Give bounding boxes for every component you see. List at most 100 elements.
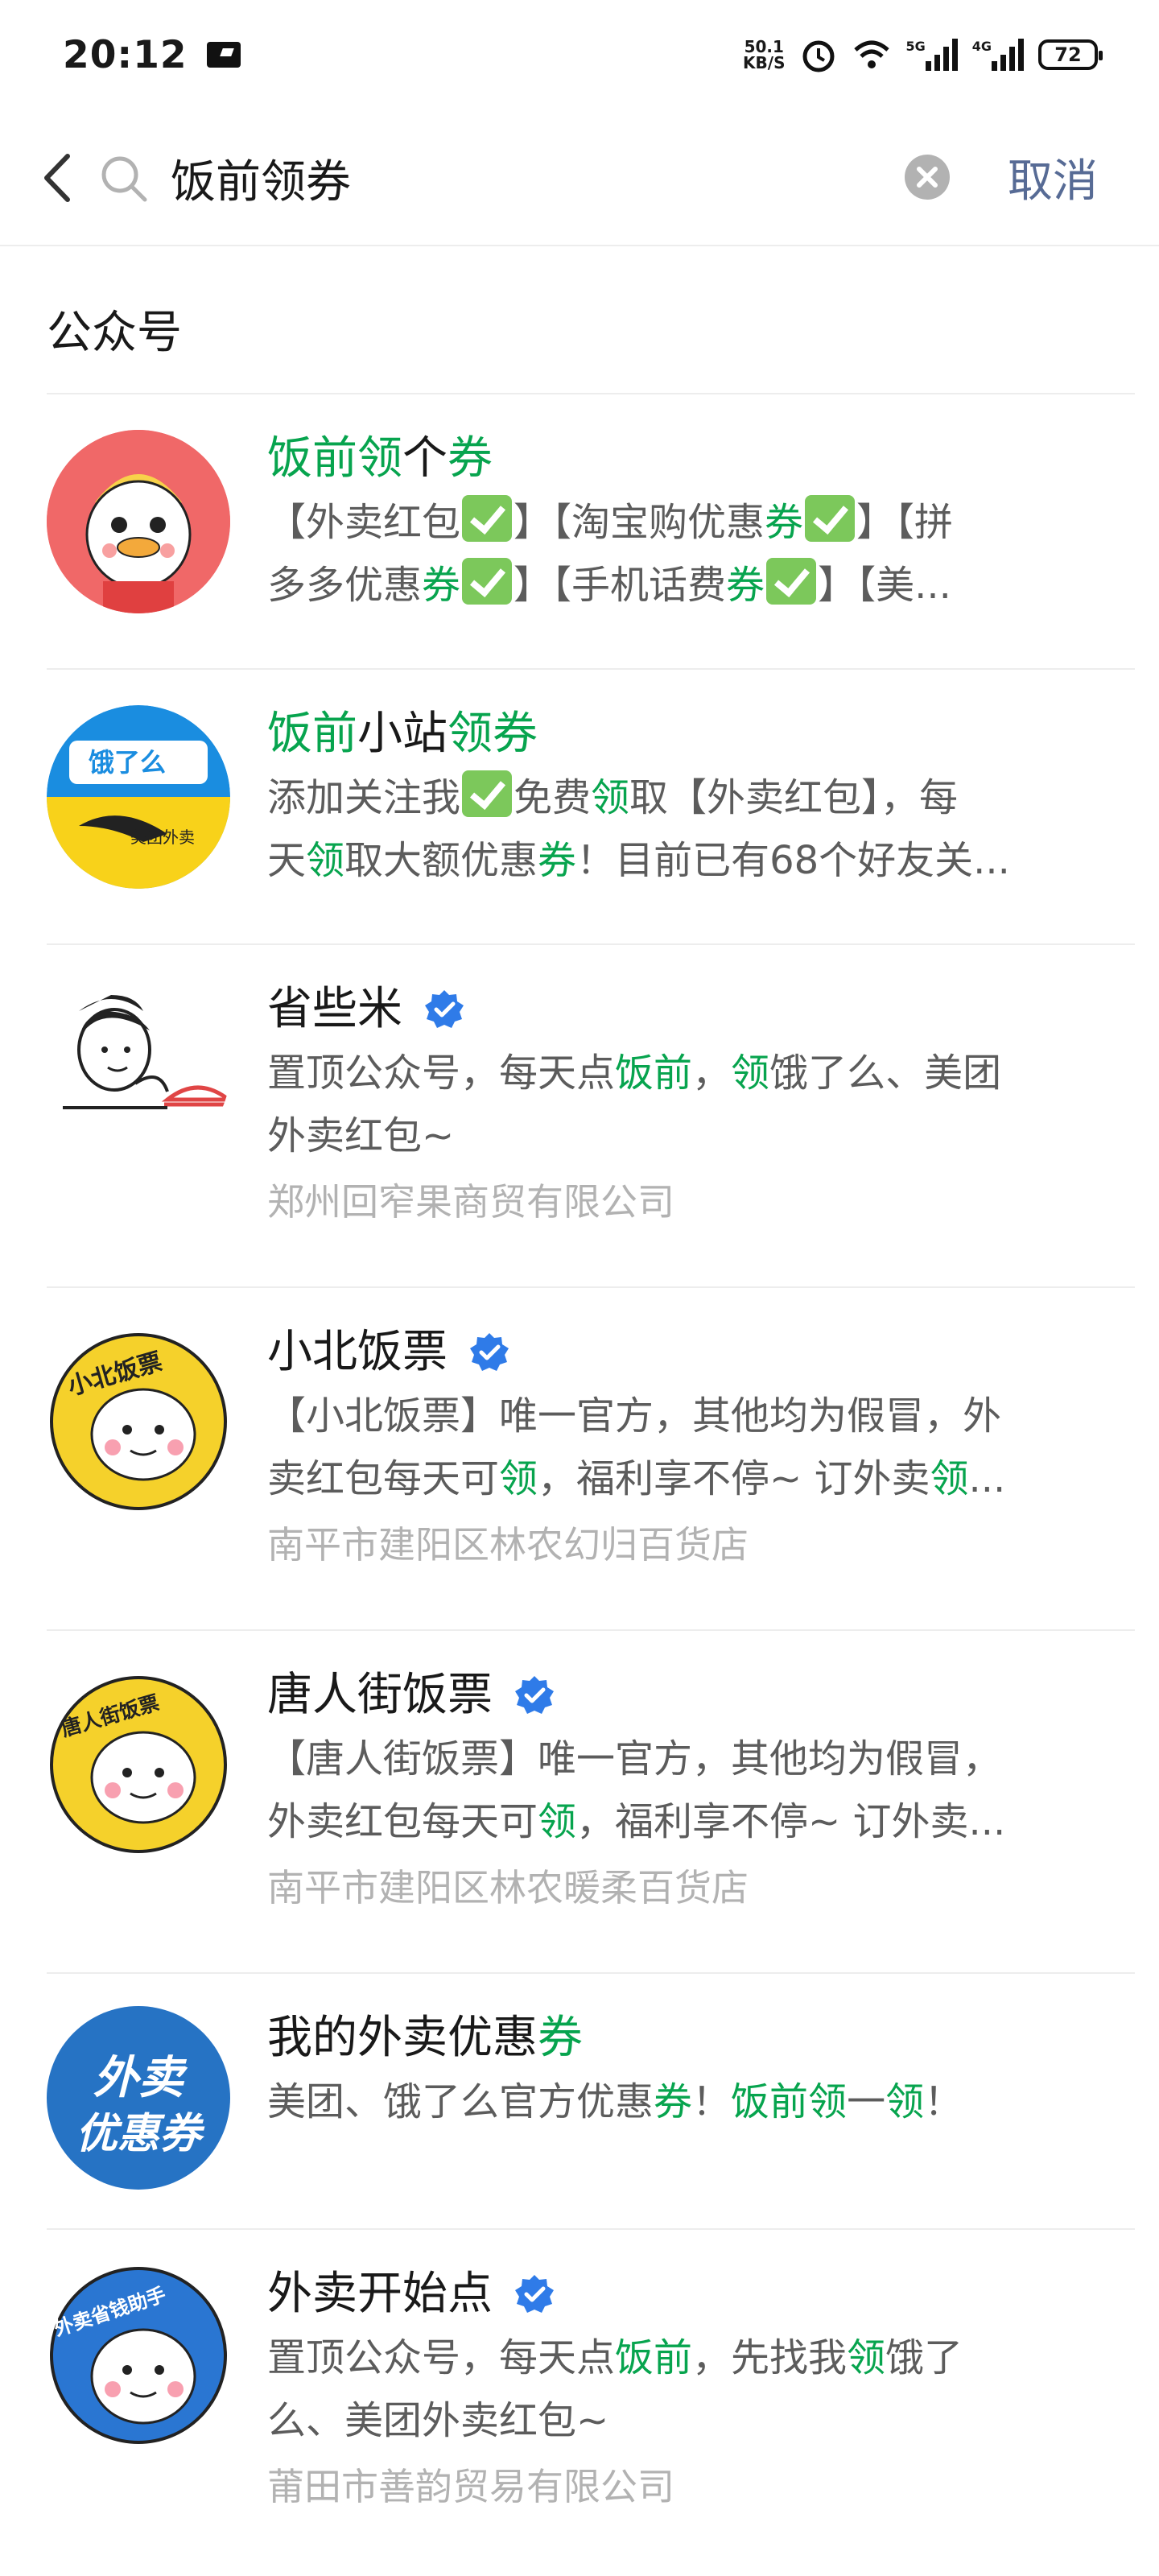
- section-title: 公众号: [47, 307, 182, 359]
- signal-bars-icon: [992, 39, 1024, 71]
- text-segment: ，福利享不停~ 订外卖: [538, 1456, 930, 1501]
- list-item[interactable]: 小北饭票 小北饭票 【小北饭票】唯一官方，其他均为假冒，外 卖红包每天可领，福利享…: [47, 1286, 1135, 1629]
- item-body: 我的外卖优惠券 美团、饿了么官方优惠券！饭前领一领！: [267, 2006, 1095, 2133]
- list-item[interactable]: 饭前领个券 【外卖红包 】【淘宝购优惠券 】【拼 多多优惠券 】【手机话费券 】【美...: [47, 393, 1135, 668]
- list-item[interactable]: 饿了么 美团外卖 饭前 小站 领券 添加关注我 免费领取【外卖红包】，每 天领取大额优惠…: [47, 668, 1135, 943]
- signal-bars-icon: [925, 39, 958, 71]
- search-icon: [101, 156, 147, 202]
- desc-line: 多多优惠券 】【手机话费券 】【美...: [267, 554, 1095, 617]
- item-body: 饭前领个券 【外卖红包 】【淘宝购优惠券 】【拼 多多优惠券 】【手机话费券 】【美...: [267, 427, 1095, 617]
- item-desc: 【外卖红包 】【淘宝购优惠券 】【拼 多多优惠券 】【手机话费券 】【美...: [267, 491, 1095, 617]
- highlight-text: 领: [538, 1799, 577, 1844]
- item-title: 我的外卖优惠券: [267, 2006, 1095, 2070]
- item-desc: 【小北饭票】唯一官方，其他均为假冒，外 卖红包每天可领，福利享不停~ 订外卖领..…: [267, 1385, 1095, 1510]
- text-segment: 添加关注我: [267, 775, 461, 820]
- item-body: 饭前 小站 领券 添加关注我 免费领取【外卖红包】，每 天领取大额优惠券！目前已有68个…: [267, 702, 1095, 892]
- item-company: 莆田市善韵贸易有限公司: [267, 2465, 674, 2508]
- desc-line: 添加关注我 免费领取【外卖红包】，每: [267, 766, 1095, 829]
- highlight-text: 饭前: [267, 708, 357, 760]
- list-item[interactable]: 省些米 置顶公众号，每天点饭前，领饿了么、美团 外卖红包~ 郑州回窄果商贸有限公司: [47, 943, 1135, 1286]
- highlight-text: 券: [654, 2079, 693, 2124]
- text-segment: 我的外卖优惠: [267, 2012, 538, 2064]
- avatar: 唐人街饭票: [47, 1673, 230, 1856]
- cancel-button[interactable]: 取消: [1008, 145, 1098, 210]
- text-segment: 小北饭票: [267, 1326, 448, 1378]
- clear-icon[interactable]: [903, 153, 951, 201]
- battery-icon: 72: [1038, 39, 1103, 70]
- item-title: 小北饭票: [267, 1320, 1095, 1385]
- signal-4g-label: 4G: [971, 39, 992, 54]
- item-title: 唐人街饭票: [267, 1663, 1095, 1728]
- text-segment: 置顶公众号，每天点: [267, 2335, 616, 2380]
- text-segment: ，福利享不停~ 订外卖...: [576, 1799, 1006, 1844]
- text-segment: 多多优惠: [267, 563, 423, 608]
- item-body: 唐人街饭票 【唐人街饭票】唯一官方，其他均为假冒， 外卖红包每天可领，福利享不停~…: [267, 1663, 1095, 1916]
- status-bar: 20:12 50.1 KB/S 5G 4G 72: [0, 0, 1159, 109]
- highlight-text: 饭前领: [267, 432, 402, 485]
- text-segment: 外卖红包~: [267, 1113, 455, 1158]
- list-item[interactable]: 外卖 优惠券 我的外卖优惠券 美团、饿了么官方优惠券！饭前领一领！: [47, 1972, 1135, 2228]
- avatar: 小北饭票: [47, 1330, 230, 1513]
- avatar-subtext: 优惠券: [75, 2110, 201, 2158]
- list-item[interactable]: 外卖省钱助手 外卖开始点 置顶公众号，每天点饭前，先找我领饿了 么、美团外卖红包~…: [47, 2228, 1135, 2534]
- avatar: 外卖 优惠券: [47, 2006, 230, 2190]
- highlight-text: 领: [847, 2335, 886, 2380]
- highlight-text: 饭前领: [731, 2079, 848, 2124]
- search-bar: 取消: [0, 109, 1159, 246]
- item-title: 饭前领个券: [267, 427, 1095, 491]
- avatar-text: 外卖: [93, 2052, 184, 2104]
- text-segment: ！: [924, 2079, 963, 2124]
- verified-badge-icon: [515, 2275, 554, 2313]
- duck-mascot-icon: [47, 430, 230, 613]
- text-segment: 外卖红包每天可: [267, 1799, 538, 1844]
- text-segment: 】【淘宝购优惠: [514, 500, 765, 545]
- cartoon-boy-icon: [63, 995, 230, 1109]
- item-company: 南平市建阳区林农暖柔百货店: [267, 1866, 749, 1909]
- text-segment: 天: [267, 838, 307, 883]
- text-segment: 个: [402, 432, 448, 485]
- network-speed: 50.1 KB/S: [743, 39, 785, 71]
- text-segment: ！: [692, 2079, 732, 2124]
- check-emoji-icon: [462, 495, 513, 542]
- desc-line: 【外卖红包 】【淘宝购优惠券 】【拼: [267, 491, 1095, 554]
- item-body: 小北饭票 【小北饭票】唯一官方，其他均为假冒，外 卖红包每天可领，福利享不停~ 订…: [267, 1320, 1095, 1573]
- item-body: 外卖开始点 置顶公众号，每天点饭前，先找我领饿了 么、美团外卖红包~ 莆田市善韵贸…: [267, 2262, 1095, 2515]
- text-segment: ，先找我: [692, 2335, 848, 2380]
- text-segment: 】【美...: [818, 563, 951, 608]
- check-emoji-icon: [766, 558, 817, 605]
- text-segment: 【唐人街饭票】唯一官方，其他均为假冒，: [267, 1736, 1002, 1781]
- search-input[interactable]: [171, 142, 879, 214]
- result-list: 饭前领个券 【外卖红包 】【淘宝购优惠券 】【拼 多多优惠券 】【手机话费券 】【美...…: [0, 393, 1159, 2534]
- back-arrow-icon[interactable]: [35, 151, 84, 204]
- desc-line: 卖红包每天可领，福利享不停~ 订外卖领...: [267, 1447, 1095, 1510]
- item-body: 省些米 置顶公众号，每天点饭前，领饿了么、美团 外卖红包~ 郑州回窄果商贸有限公司: [267, 977, 1095, 1230]
- avatar: 外卖省钱助手: [47, 2264, 230, 2447]
- check-emoji-icon: [462, 558, 513, 605]
- desc-line: 置顶公众号，每天点饭前，先找我领饿了: [267, 2326, 1095, 2389]
- verified-badge-icon: [425, 990, 464, 1028]
- highlight-text: 领券: [448, 708, 538, 760]
- highlight-text: 领: [591, 775, 630, 820]
- text-segment: 取【外卖红包】，每: [629, 775, 959, 820]
- check-emoji-icon: [805, 495, 856, 542]
- text-segment: 饿了: [885, 2335, 963, 2380]
- desc-line: 外卖红包~: [267, 1104, 1095, 1167]
- avatar-subtext: 美团外卖: [130, 828, 195, 847]
- desc-line: 天领取大额优惠券！目前已有68个好友关...: [267, 829, 1095, 892]
- desc-line: 美团、饿了么官方优惠券！饭前领一领！: [267, 2070, 1095, 2133]
- item-desc: 添加关注我 免费领取【外卖红包】，每天领取大额优惠券！目前已有68个好友关...: [267, 766, 1095, 892]
- notification-icon: [206, 42, 241, 68]
- desc-line: 【小北饭票】唯一官方，其他均为假冒，外: [267, 1385, 1095, 1447]
- desc-line: 置顶公众号，每天点饭前，领饿了么、美团: [267, 1042, 1095, 1104]
- highlight-text: 券: [538, 2012, 583, 2064]
- avatar: [47, 430, 230, 613]
- highlight-text: 领: [499, 1456, 538, 1501]
- text-segment: 卖红包每天可: [267, 1456, 500, 1501]
- text-segment: 唐人街饭票: [267, 1669, 493, 1721]
- list-item[interactable]: 唐人街饭票 唐人街饭票 【唐人街饭票】唯一官方，其他均为假冒， 外卖红包每天可领，…: [47, 1629, 1135, 1972]
- text-segment: 么、美团外卖红包~: [267, 2398, 609, 2443]
- status-indicators: 50.1 KB/S 5G 4G 72: [743, 35, 1103, 74]
- text-segment: 免费: [514, 775, 592, 820]
- verified-badge-icon: [515, 1676, 554, 1714]
- highlight-text: 领: [885, 2079, 925, 2124]
